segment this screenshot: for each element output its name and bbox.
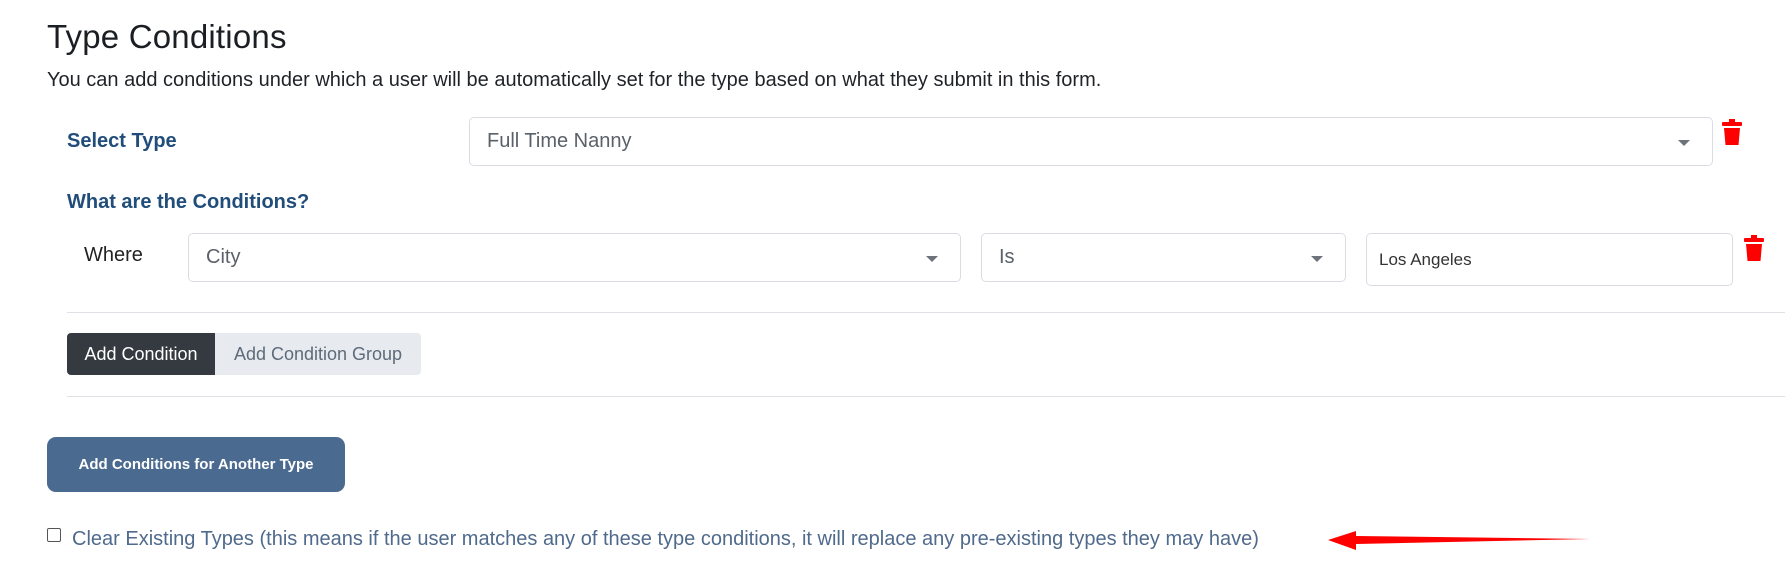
section-title: Type Conditions xyxy=(47,18,287,55)
trash-icon[interactable] xyxy=(1744,235,1764,261)
clear-existing-types-checkbox[interactable] xyxy=(47,528,61,542)
trash-icon[interactable] xyxy=(1722,119,1742,145)
add-condition-group-button[interactable]: Add Condition Group xyxy=(215,333,421,375)
select-type-dropdown[interactable]: Full Time Nanny xyxy=(469,117,1713,166)
section-description: You can add conditions under which a use… xyxy=(47,69,1102,91)
condition-value-input[interactable] xyxy=(1366,233,1733,286)
clear-existing-types-label[interactable]: Clear Existing Types (this means if the … xyxy=(72,528,1259,551)
select-type-value: Full Time Nanny xyxy=(487,130,632,152)
divider xyxy=(67,312,1785,313)
where-label: Where xyxy=(84,244,143,266)
conditions-label: What are the Conditions? xyxy=(67,191,310,213)
add-conditions-another-type-button[interactable]: Add Conditions for Another Type xyxy=(47,437,345,492)
condition-operator-dropdown[interactable]: Is xyxy=(981,233,1346,282)
select-type-label: Select Type xyxy=(67,130,177,152)
red-arrow-annotation xyxy=(1328,531,1590,550)
add-condition-button[interactable]: Add Condition xyxy=(67,333,215,375)
chevron-down-icon xyxy=(926,255,938,262)
condition-field-value: City xyxy=(206,246,241,268)
divider xyxy=(67,396,1785,397)
chevron-down-icon xyxy=(1311,255,1323,262)
condition-operator-value: Is xyxy=(999,246,1015,268)
chevron-down-icon xyxy=(1678,139,1690,146)
condition-field-dropdown[interactable]: City xyxy=(188,233,961,282)
type-conditions-panel: Type Conditions You can add conditions u… xyxy=(0,0,1785,572)
